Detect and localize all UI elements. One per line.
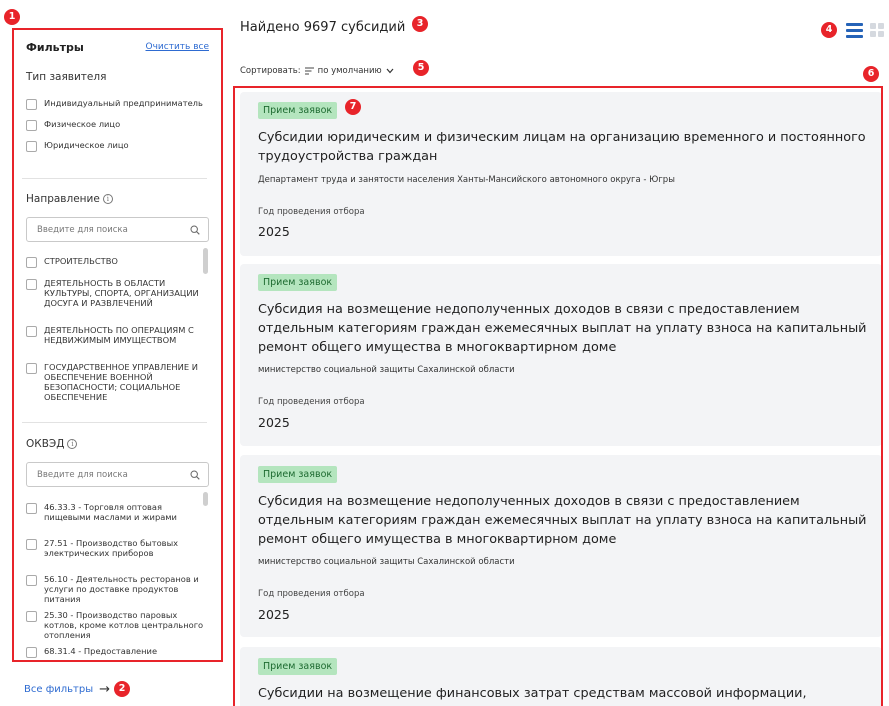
option-label: Индивидуальный предприниматель [44, 98, 203, 108]
subsidy-card[interactable]: Прием заявок Субсидия на возмещение недо… [240, 264, 881, 446]
grid-view-icon[interactable] [870, 23, 886, 38]
annotation-marker-5: 5 [413, 60, 429, 76]
year-label: Год проведения отбора [258, 207, 365, 217]
annotation-marker-4: 4 [821, 22, 837, 38]
results-count: Найдено 9697 субсидий [240, 20, 406, 35]
okved-option[interactable]: 56.10 - Деятельность ресторанов и услуги… [26, 574, 208, 604]
checkbox[interactable] [26, 326, 37, 337]
search-icon [190, 470, 200, 480]
status-badge: Прием заявок [258, 658, 338, 675]
checkbox[interactable] [26, 575, 37, 586]
checkbox[interactable] [26, 647, 37, 658]
checkbox[interactable] [26, 279, 37, 290]
okved-search-input[interactable] [37, 469, 187, 480]
filters-header: Фильтры Очистить все [26, 38, 209, 56]
direction-title: Направление i [26, 193, 113, 205]
option-label: 46.33.3 - Торговля оптовая пищевыми масл… [44, 502, 177, 522]
option-label: 68.31.4 - Предоставление [44, 646, 158, 656]
okved-options-list[interactable]: 46.33.3 - Торговля оптовая пищевыми масл… [14, 492, 220, 660]
option-label: Физическое лицо [44, 119, 121, 129]
annotation-marker-1: 1 [4, 9, 20, 25]
sort-icon [304, 67, 314, 75]
okved-option[interactable]: 27.51 - Производство бытовых электрическ… [26, 538, 208, 558]
option-label: ГОСУДАРСТВЕННОЕ УПРАВЛЕНИЕ И ОБЕСПЕЧЕНИЕ… [44, 362, 198, 402]
year-label: Год проведения отбора [258, 397, 365, 407]
option-label: 25.30 - Производство паровых котлов, кро… [44, 610, 204, 640]
annotation-marker-7: 7 [345, 99, 361, 115]
checkbox[interactable] [26, 611, 37, 622]
filters-title: Фильтры [26, 40, 84, 54]
annotation-marker-3: 3 [412, 16, 428, 32]
annotation-marker-2: 2 [114, 681, 130, 697]
status-badge: Прием заявок [258, 466, 338, 483]
info-icon[interactable]: i [67, 439, 78, 449]
status-badge: Прием заявок [258, 274, 338, 291]
subsidy-organization: Департамент труда и занятости населения … [258, 175, 675, 185]
okved-option[interactable]: 46.33.3 - Торговля оптовая пищевыми масл… [26, 502, 208, 522]
option-label: ДЕЯТЕЛЬНОСТЬ В ОБЛАСТИ КУЛЬТУРЫ, СПОРТА,… [44, 278, 199, 308]
sort-control[interactable]: Сортировать: по умолчанию [240, 66, 394, 76]
subsidy-card[interactable]: Прием заявок Субсидии на возмещение фина… [240, 647, 881, 706]
direction-option[interactable]: ДЕЯТЕЛЬНОСТЬ В ОБЛАСТИ КУЛЬТУРЫ, СПОРТА,… [26, 278, 208, 308]
subsidy-card[interactable]: Прием заявок Субсидия на возмещение недо… [240, 455, 881, 637]
chevron-down-icon [386, 68, 394, 74]
subsidy-title[interactable]: Субсидии на возмещение финансовых затрат… [258, 684, 868, 703]
option-label: 56.10 - Деятельность ресторанов и услуги… [44, 574, 199, 604]
sort-value[interactable]: по умолчанию [318, 66, 382, 76]
year-value: 2025 [258, 224, 290, 239]
checkbox[interactable] [26, 257, 37, 268]
status-badge: Прием заявок [258, 102, 338, 119]
applicant-type-title: Тип заявителя [26, 71, 107, 83]
subsidy-title[interactable]: Субсидии юридическим и физическим лицам … [258, 128, 868, 166]
applicant-type-option[interactable]: Индивидуальный предприниматель [26, 98, 209, 110]
direction-scrollbar[interactable] [203, 248, 208, 274]
search-icon [190, 225, 200, 235]
section-divider [22, 178, 207, 179]
direction-search-input[interactable] [37, 224, 187, 235]
checkbox[interactable] [26, 120, 37, 131]
subsidy-organization: министерство социальной защиты Сахалинск… [258, 365, 515, 375]
checkbox[interactable] [26, 503, 37, 514]
year-value: 2025 [258, 415, 290, 430]
okved-scrollbar[interactable] [203, 492, 208, 506]
checkbox[interactable] [26, 539, 37, 550]
option-label: 27.51 - Производство бытовых электрическ… [44, 538, 179, 558]
filters-panel: Фильтры Очистить все Тип заявителя Индив… [12, 28, 223, 662]
all-filters-link[interactable]: Все фильтры → [24, 682, 110, 697]
option-label: СТРОИТЕЛЬСТВО [44, 256, 118, 266]
direction-search-box[interactable] [26, 217, 209, 242]
applicant-type-option[interactable]: Физическое лицо [26, 119, 209, 131]
list-view-icon[interactable] [846, 23, 863, 38]
sort-label: Сортировать: [240, 66, 301, 76]
year-label: Год проведения отбора [258, 589, 365, 599]
subsidy-title[interactable]: Субсидия на возмещение недополученных до… [258, 300, 868, 357]
clear-all-filters-link[interactable]: Очистить все [146, 42, 210, 52]
section-divider [22, 422, 207, 423]
option-label: ДЕЯТЕЛЬНОСТЬ ПО ОПЕРАЦИЯМ С НЕДВИЖИМЫМ И… [44, 325, 194, 345]
okved-option[interactable]: 68.31.4 - Предоставление [26, 646, 208, 658]
all-filters-label: Все фильтры [24, 684, 94, 695]
direction-options-list[interactable]: СТРОИТЕЛЬСТВО ДЕЯТЕЛЬНОСТЬ В ОБЛАСТИ КУЛ… [14, 248, 220, 406]
subsidy-card[interactable]: Прием заявок Субсидии юридическим и физи… [240, 92, 881, 256]
okved-title: ОКВЭД i [26, 438, 78, 450]
results-list: Прием заявок Субсидии юридическим и физи… [233, 86, 883, 706]
direction-option[interactable]: ГОСУДАРСТВЕННОЕ УПРАВЛЕНИЕ И ОБЕСПЕЧЕНИЕ… [26, 362, 208, 402]
option-label: Юридическое лицо [44, 140, 129, 150]
arrow-right-icon: → [99, 682, 110, 697]
direction-option[interactable]: СТРОИТЕЛЬСТВО [26, 256, 208, 268]
okved-option[interactable]: 25.30 - Производство паровых котлов, кро… [26, 610, 208, 640]
annotation-marker-6: 6 [863, 66, 879, 82]
checkbox[interactable] [26, 363, 37, 374]
info-icon[interactable]: i [102, 194, 113, 204]
year-value: 2025 [258, 607, 290, 622]
subsidy-organization: министерство социальной защиты Сахалинск… [258, 557, 515, 567]
direction-option[interactable]: ДЕЯТЕЛЬНОСТЬ ПО ОПЕРАЦИЯМ С НЕДВИЖИМЫМ И… [26, 325, 208, 345]
checkbox[interactable] [26, 141, 37, 152]
checkbox[interactable] [26, 99, 37, 110]
subsidy-title[interactable]: Субсидия на возмещение недополученных до… [258, 492, 868, 549]
applicant-type-option[interactable]: Юридическое лицо [26, 140, 209, 152]
okved-search-box[interactable] [26, 462, 209, 487]
